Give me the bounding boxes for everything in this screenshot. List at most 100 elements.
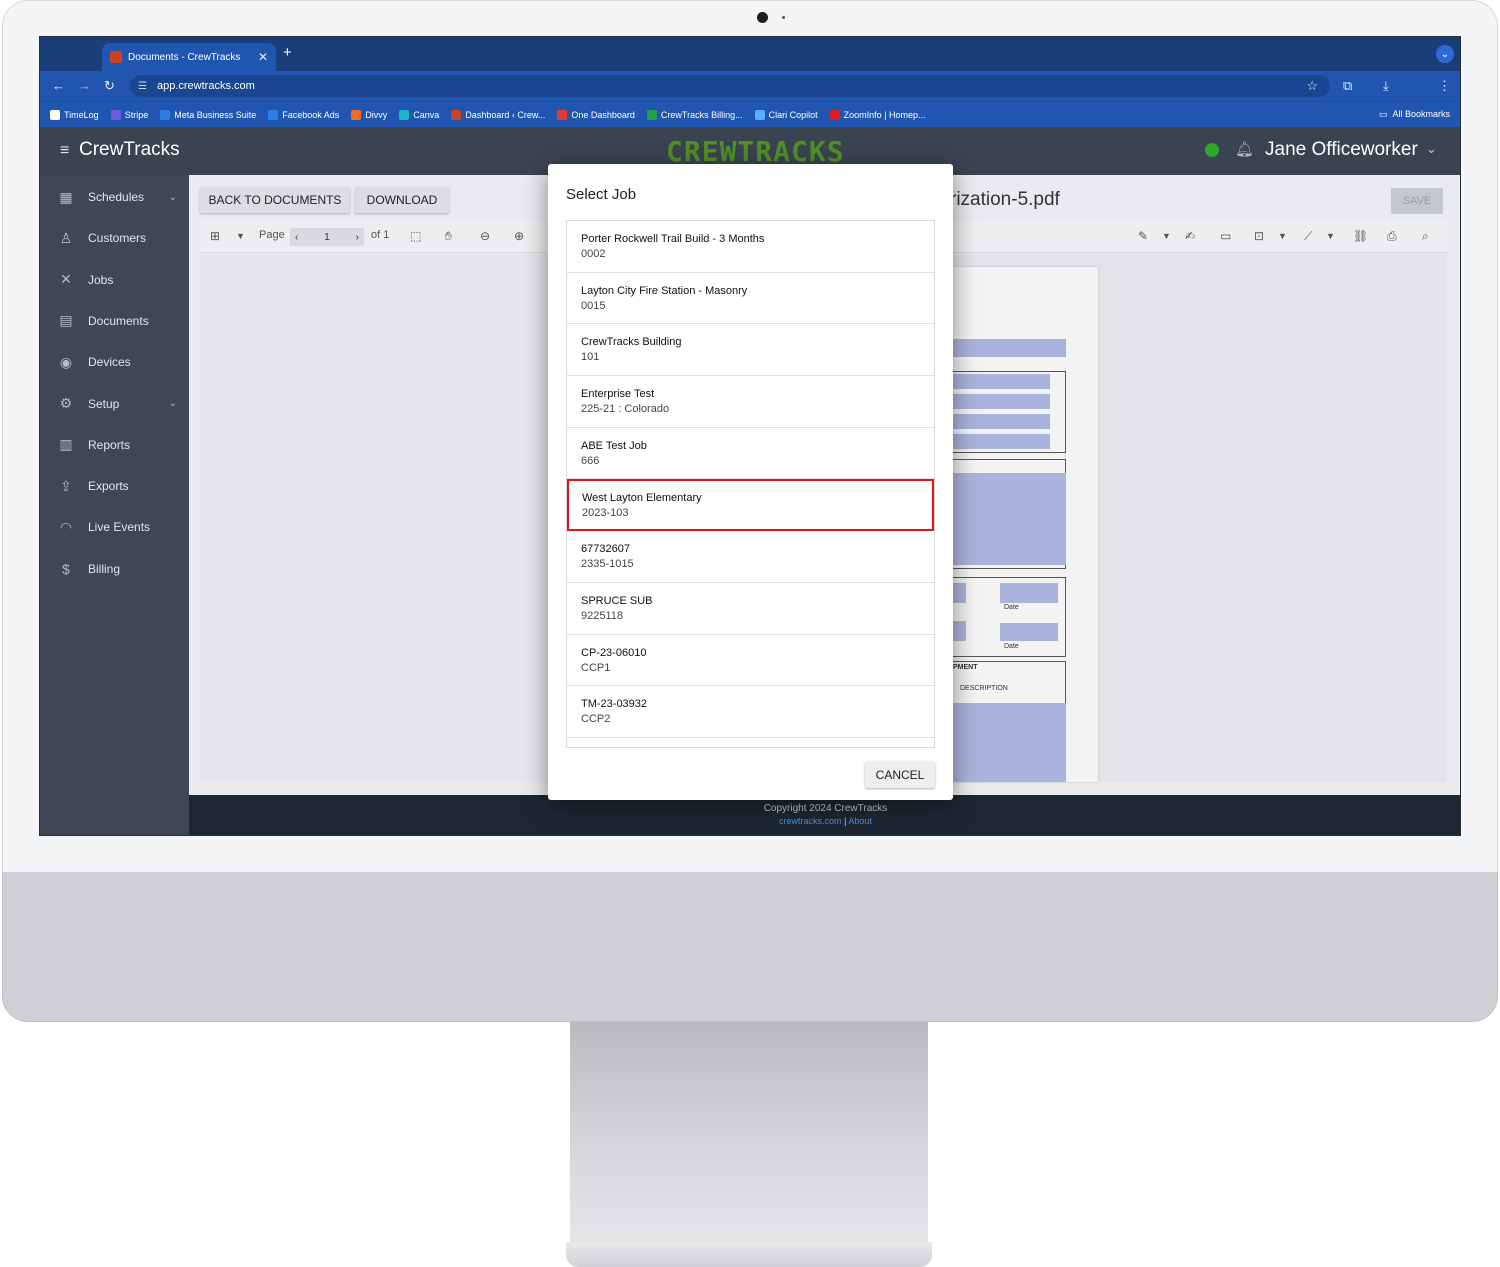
tab-search-chevron-icon[interactable]: ⌄ [1436,45,1454,63]
sidebar-item-exports[interactable]: ⇪ Exports [40,469,189,503]
bookmark-item[interactable]: Canva [399,109,440,120]
bookmark-favicon-icon [646,109,657,120]
bookmark-item[interactable]: Facebook Ads [268,109,339,120]
job-list-item[interactable]: TM-23-03932 CCP2 [567,686,934,738]
job-list-item[interactable]: 67732607 2335-1015 [567,531,934,583]
sidebar-item-live-events[interactable]: ◠ Live Events [40,510,189,544]
job-list-item[interactable]: CP-23-06010 CCP1 [567,635,934,687]
bookmark-item[interactable]: TimeLog [50,109,99,120]
hamburger-menu-icon[interactable]: ≡ [60,142,69,160]
pdf-field-2 [944,394,1050,409]
job-list-item[interactable]: West Layton Elementary 2023-103 [567,479,934,532]
bookmark-item[interactable]: CrewTracks Billing... [646,109,743,120]
link-icon[interactable]: ⛓︎ [1353,229,1368,243]
about-link[interactable]: About [848,816,872,826]
browser-tab[interactable]: Documents - CrewTracks ✕ [102,43,276,71]
signature-icon[interactable]: ✍︎ [1185,229,1195,243]
pdf-date-label-2: Date [1004,643,1019,650]
back-to-documents-button[interactable]: BACK TO DOCUMENTS [200,187,350,213]
bookmark-label: Canva [413,109,440,120]
chevron-down-icon[interactable]: ⌄ [169,192,177,203]
back-arrow-icon[interactable]: ← [52,78,65,93]
site-info-icon[interactable]: ☰ [138,81,147,92]
text-box-icon[interactable]: ⊡ [1254,229,1264,243]
user-name[interactable]: Jane Officeworker [1265,139,1418,161]
app-brand[interactable]: CrewTracks [79,139,180,161]
job-list-item[interactable]: Enterprise Test 225-21 : Colorado [567,376,934,428]
gear-icon: ⚙ [59,395,73,411]
note-icon[interactable]: ▭ [1220,229,1231,243]
zoom-out-icon[interactable]: ⊖ [480,229,490,243]
screen: Documents - CrewTracks ✕ + ⌄ ← → ↻ ☰ app… [39,36,1461,836]
job-list-item[interactable]: Porter Rockwell Trail Build - 3 Months 00… [567,221,934,273]
thumbnails-dropdown-icon[interactable]: ▼ [236,231,245,241]
imac-stand [570,1022,928,1250]
bookmark-item[interactable]: One Dashboard [557,109,635,120]
close-tab-icon[interactable]: ✕ [258,50,268,64]
pdf-page[interactable]: Date Date UIPMENT DESCRIPTION [944,267,1098,782]
sidebar-item-label: Customers [88,231,147,246]
sidebar-item-documents[interactable]: ▤ Documents [40,304,189,338]
url-bar[interactable]: ☰ app.crewtracks.com ☆ [130,75,1330,97]
zoom-in-icon[interactable]: ⊕ [514,229,524,243]
bookmark-star-icon[interactable]: ☆ [1306,78,1318,94]
page-navigator[interactable]: ‹ 1 › [290,228,364,246]
calendar-grid-icon: ▦ [59,188,73,205]
forward-arrow-icon[interactable]: → [78,78,91,93]
job-number: CCP2 [581,713,611,726]
marquee-select-icon[interactable]: ⬚ [410,229,421,243]
download-icon[interactable]: ⤓ [1383,78,1389,94]
billing-icon: $ [62,560,70,577]
bookmark-favicon-icon [829,109,840,120]
pen-annotation-icon[interactable]: ✎ [1138,229,1148,243]
download-button[interactable]: DOWNLOAD [355,187,449,213]
sidebar-item-reports[interactable]: ▥ Reports [40,428,189,462]
extensions-icon[interactable]: ⧉ [1343,78,1352,94]
notification-bell-icon[interactable]: 🔔︎ [1235,140,1254,158]
sidebar-item-billing[interactable]: $ Billing [40,552,189,586]
select-job-dialog: Select Job Porter Rockwell Trail Build -… [548,164,953,800]
crewtracks-link[interactable]: crewtracks.com [779,816,842,826]
job-list-item[interactable]: ABE Test Job 666 [567,428,934,480]
job-list-item[interactable]: SPRUCE SUB 9225118 [567,583,934,635]
job-list[interactable]: Porter Rockwell Trail Build - 3 Months 00… [566,220,935,748]
job-list-item[interactable]: CrewTracks Building 101 [567,324,934,377]
sidebar-item-jobs[interactable]: ✕ Jobs [40,263,189,297]
sidebar-item-schedules[interactable]: ▦ Schedules ⌄ [40,180,189,214]
pen-dropdown-icon[interactable]: ▼ [1162,231,1171,241]
search-icon[interactable]: ⌕ [1422,229,1429,244]
cancel-button[interactable]: CANCEL [865,761,935,788]
bookmark-item[interactable]: Clari Copilot [754,109,818,120]
new-tab-button[interactable]: + [283,44,292,61]
chrome-menu-icon[interactable]: ⋮ [1438,78,1451,94]
page-total: of 1 [371,229,390,241]
sidebar-item-setup[interactable]: ⚙ Setup ⌄ [40,387,189,421]
line-dropdown-icon[interactable]: ▼ [1326,231,1335,241]
footer-links: crewtracks.com | About [189,816,1460,826]
save-button[interactable]: SAVE [1391,188,1443,214]
bookmark-item[interactable]: Meta Business Suite [160,109,256,120]
all-bookmarks[interactable]: ▭ All Bookmarks [1379,109,1450,120]
print-icon[interactable]: ⎙ [1387,229,1397,244]
sidebar-item-devices[interactable]: ◉ Devices [40,345,189,379]
textbox-dropdown-icon[interactable]: ▼ [1278,231,1287,241]
chevron-down-icon[interactable]: ⌄ [169,398,177,409]
bookmark-item[interactable]: Dashboard ‹ Crew... [451,109,545,120]
thumbnails-grid-icon[interactable]: ⊞ [210,229,220,243]
reload-icon[interactable]: ↻ [104,78,115,94]
line-tool-icon[interactable]: ⟋ [1304,229,1312,244]
prev-page-icon[interactable]: ‹ [295,232,298,243]
job-list-item[interactable]: Layton City Fire Station - Masonry 0015 [567,273,934,325]
bookmark-item[interactable]: Divvy [351,109,387,120]
next-page-icon[interactable]: › [356,232,359,243]
page-label: Page [259,229,285,241]
bookmark-item[interactable]: Stripe [110,109,148,120]
job-name: 67732607 [581,543,630,556]
bookmark-item[interactable]: ZoomInfo | Homep... [829,109,926,120]
pdf-field-3 [944,414,1050,429]
page-number-input[interactable]: 1 [324,232,330,243]
pan-hand-icon[interactable]: ✋︎ [445,229,452,244]
sidebar-item-customers[interactable]: ♙ Customers [40,221,189,255]
job-number: CCP1 [581,661,611,674]
user-menu-chevron-icon[interactable]: ⌄ [1426,141,1437,157]
